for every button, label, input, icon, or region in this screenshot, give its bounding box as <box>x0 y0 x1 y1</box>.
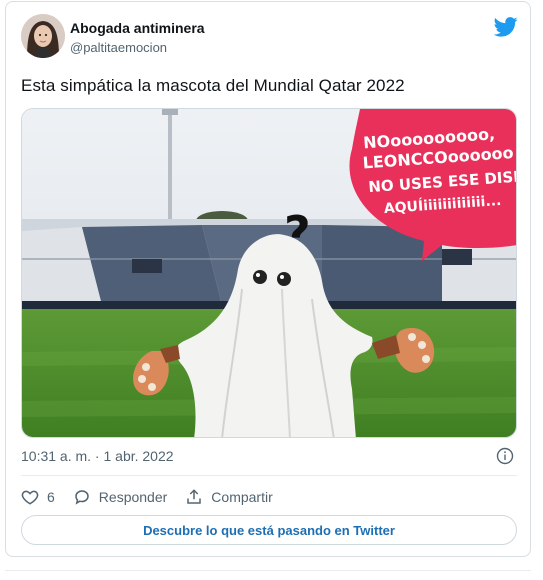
share-label: Compartir <box>211 489 273 505</box>
tweet-actions: 6 Responder Compartir <box>21 486 291 508</box>
tweet-text: Esta simpática la mascota del Mundial Qa… <box>21 76 405 95</box>
tweet-timestamp[interactable]: 10:31 a. m. · 1 abr. 2022 <box>21 448 174 464</box>
reply-button[interactable]: Responder <box>73 488 168 506</box>
twitter-bird-icon[interactable] <box>493 16 518 38</box>
reply-icon <box>75 490 89 505</box>
share-icon <box>187 489 202 504</box>
reply-label: Responder <box>98 489 168 505</box>
heart-icon <box>21 490 39 505</box>
discover-twitter-button[interactable]: Descubre lo que está pasando en Twitter <box>21 515 517 545</box>
share-button[interactable]: Compartir <box>185 488 273 506</box>
author-handle[interactable]: @paltitaemocion <box>70 40 167 55</box>
avatar[interactable] <box>21 14 65 58</box>
like-count: 6 <box>47 489 55 505</box>
info-icon[interactable] <box>496 447 514 465</box>
bottom-rule <box>5 570 531 571</box>
tweet-card: Abogada antiminera @paltitaemocion Esta … <box>5 1 531 557</box>
tweet-media-image[interactable]: NOooooooooo, LEONCCOoooooo NO USES ESE D… <box>21 108 517 438</box>
like-button[interactable]: 6 <box>21 488 55 506</box>
author-name[interactable]: Abogada antiminera <box>70 20 205 36</box>
divider <box>21 475 517 476</box>
